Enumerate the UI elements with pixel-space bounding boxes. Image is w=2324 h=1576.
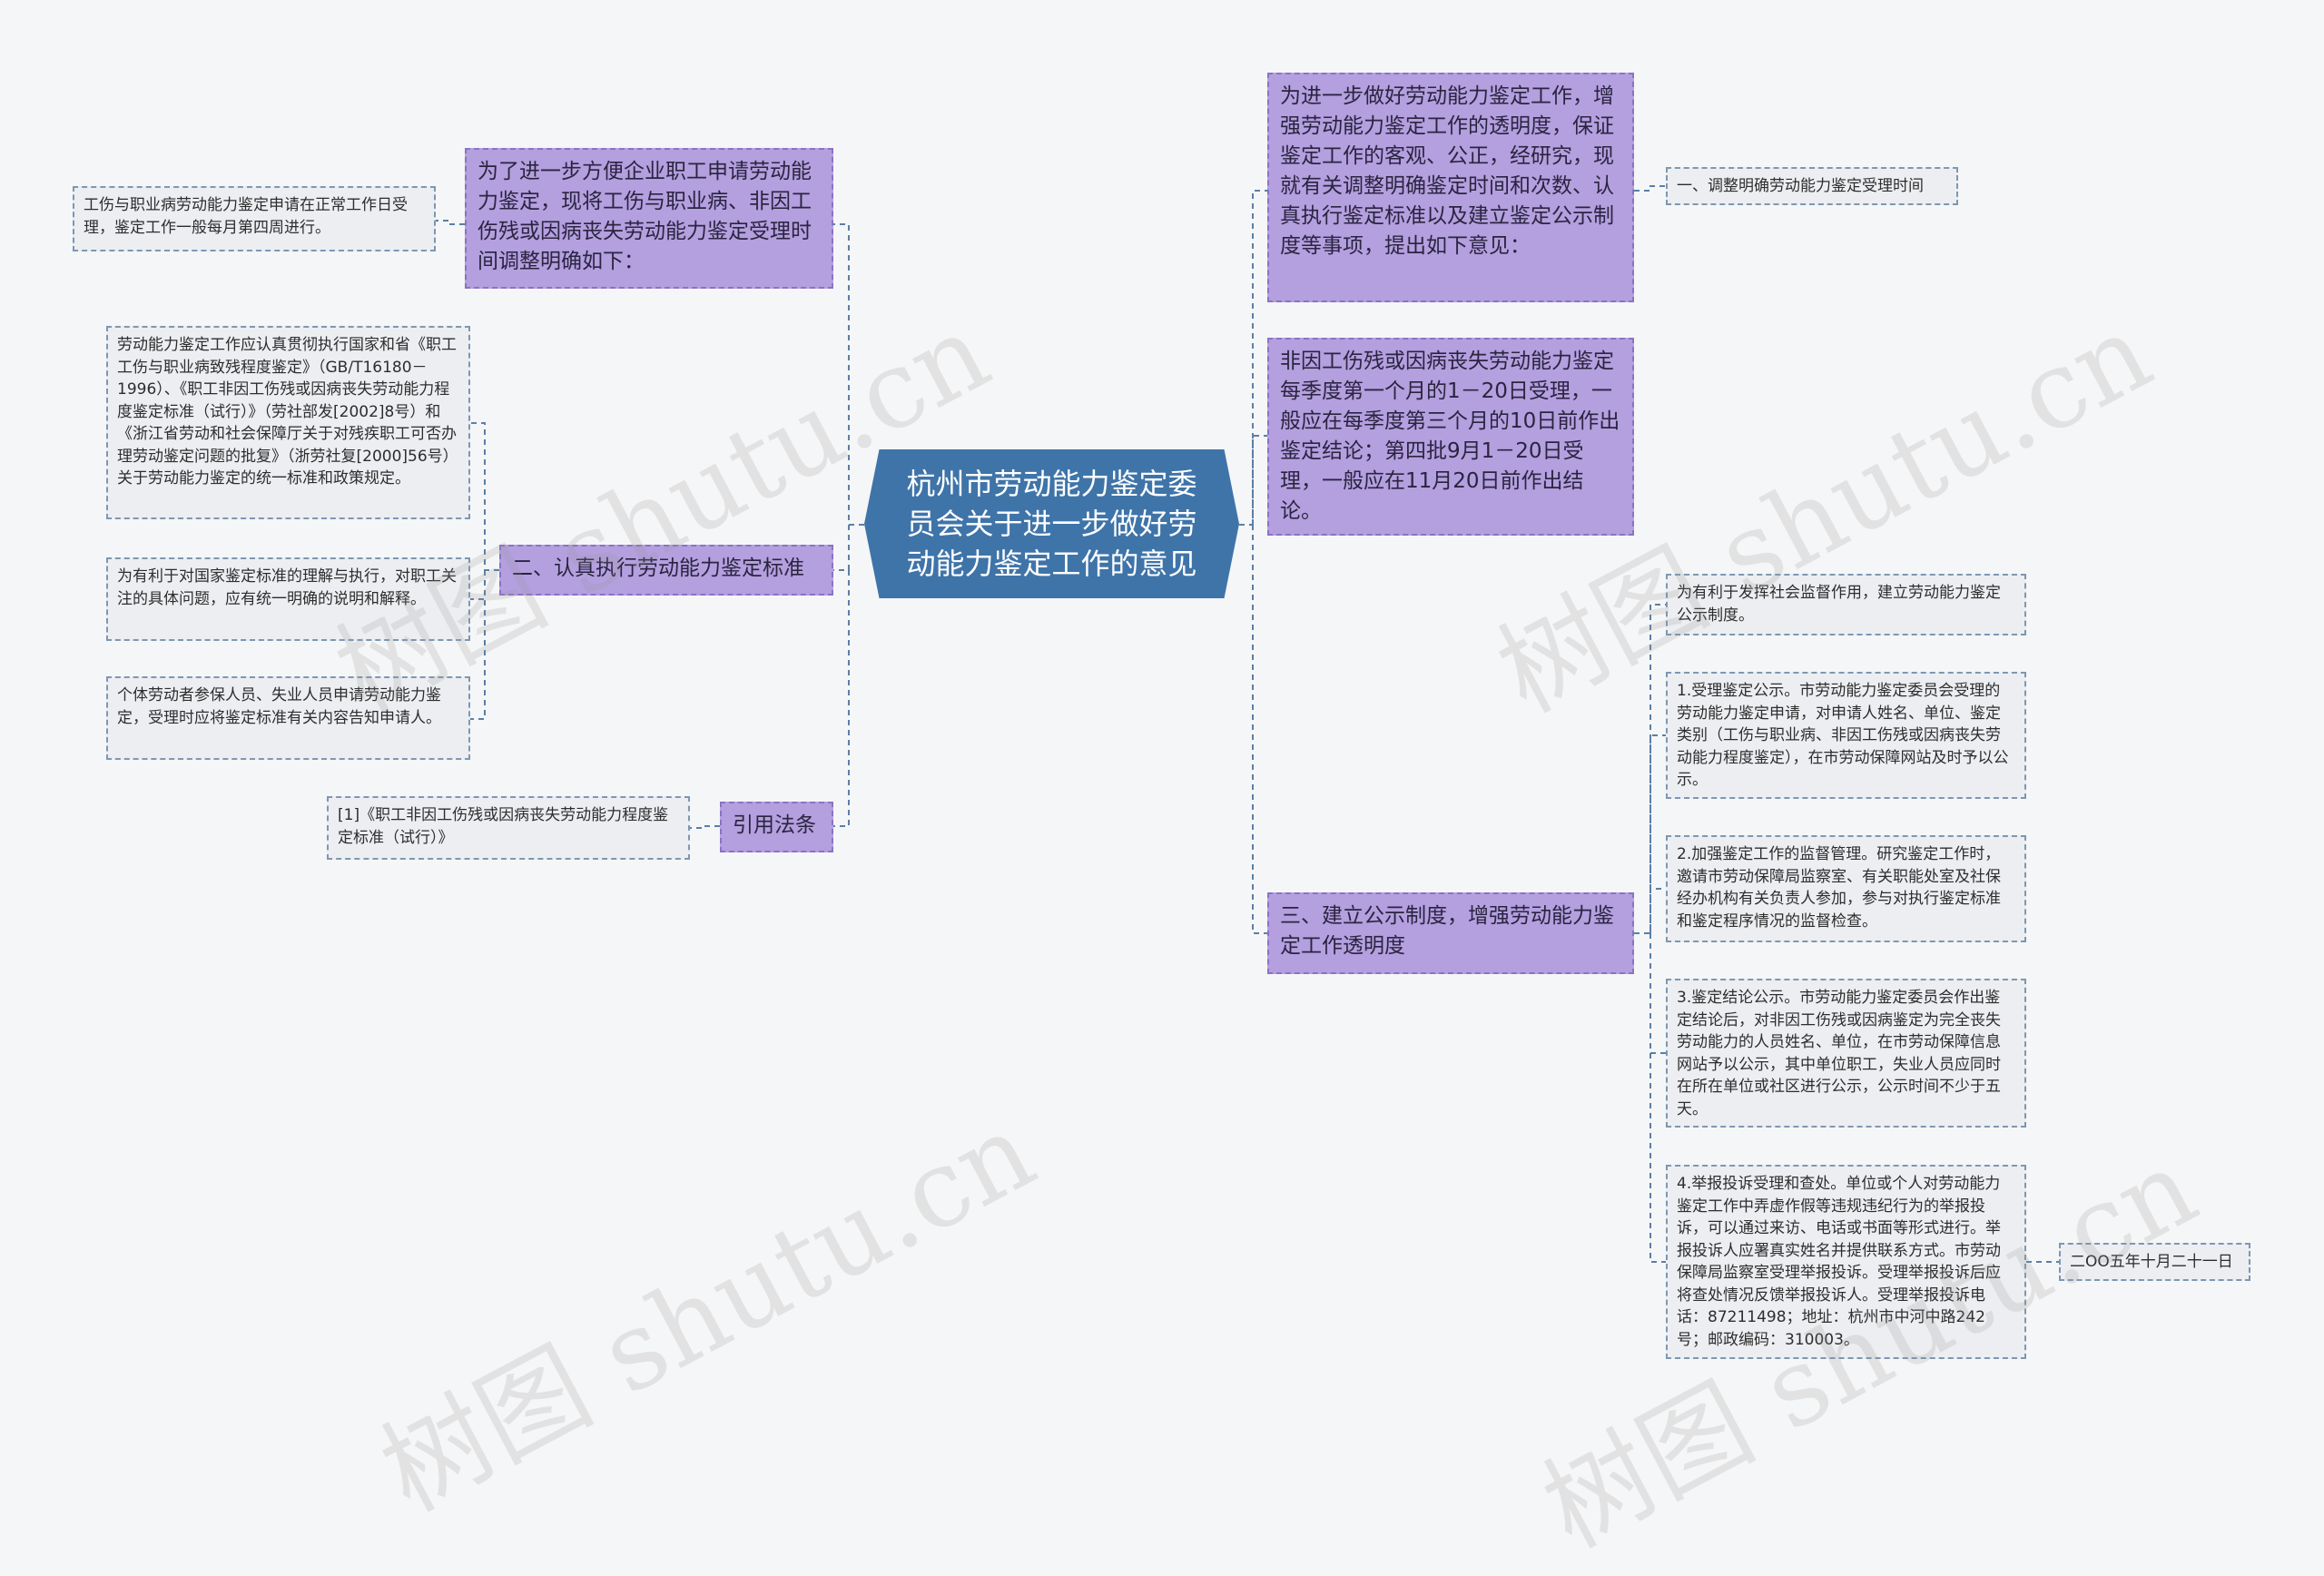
branch-quarterly-schedule[interactable]: 非因工伤残或因病丧失劳动能力鉴定每季度第一个月的1－20日受理，一般应在每季度第… [1267, 338, 1634, 536]
leaf-standard-notice[interactable]: 个体劳动者参保人员、失业人员申请劳动能力鉴定，受理时应将鉴定标准有关内容告知申请… [106, 676, 470, 760]
leaf-accept-publicity[interactable]: 1.受理鉴定公示。市劳动能力鉴定委员会受理的劳动能力鉴定申请，对申请人姓名、单位… [1666, 672, 2026, 799]
leaf-standard-explanation[interactable]: 为有利于对国家鉴定标准的理解与执行，对职工关注的具体问题，应有统一明确的说明和解… [106, 557, 470, 641]
branch-accept-time-note[interactable]: 为了进一步方便企业职工申请劳动能力鉴定，现将工伤与职业病、非因工伤残或因病丧失劳… [465, 148, 833, 289]
leaf-conclusion-publicity[interactable]: 3.鉴定结论公示。市劳动能力鉴定委员会作出鉴定结论后，对非因工伤残或因病鉴定为完… [1666, 979, 2026, 1128]
branch-cited-law[interactable]: 引用法条 [720, 802, 833, 852]
leaf-cited-law[interactable]: [1]《职工非因工伤残或因病丧失劳动能力程度鉴定标准（试行）》 [327, 796, 690, 860]
root-node[interactable]: 杭州市劳动能力鉴定委员会关于进一步做好劳动能力鉴定工作的意见 [864, 449, 1239, 598]
leaf-complaint-handling[interactable]: 4.举报投诉受理和查处。单位或个人对劳动能力鉴定工作中弄虚作假等违规违纪行为的举… [1666, 1165, 2026, 1359]
leaf-standard-policy[interactable]: 劳动能力鉴定工作应认真贯彻执行国家和省《职工工伤与职业病致残程度鉴定》（GB/T… [106, 326, 470, 519]
leaf-section-one[interactable]: 一、调整明确劳动能力鉴定受理时间 [1666, 167, 1958, 205]
branch-standard-execution[interactable]: 二、认真执行劳动能力鉴定标准 [499, 545, 833, 596]
branch-publicity-system[interactable]: 三、建立公示制度，增强劳动能力鉴定工作透明度 [1267, 892, 1634, 974]
leaf-publicity-intro[interactable]: 为有利于发挥社会监督作用，建立劳动能力鉴定公示制度。 [1666, 574, 2026, 635]
mindmap-canvas: 杭州市劳动能力鉴定委员会关于进一步做好劳动能力鉴定工作的意见 为了进一步方便企业… [0, 0, 2324, 1571]
leaf-injury-accept-time[interactable]: 工伤与职业病劳动能力鉴定申请在正常工作日受理，鉴定工作一般每月第四周进行。 [73, 186, 436, 251]
branch-intro[interactable]: 为进一步做好劳动能力鉴定工作，增强劳动能力鉴定工作的透明度，保证鉴定工作的客观、… [1267, 73, 1634, 302]
leaf-supervision[interactable]: 2.加强鉴定工作的监督管理。研究鉴定工作时，邀请市劳动保障局监察室、有关职能处室… [1666, 835, 2026, 942]
leaf-issue-date[interactable]: 二OO五年十月二十一日 [2059, 1243, 2250, 1281]
